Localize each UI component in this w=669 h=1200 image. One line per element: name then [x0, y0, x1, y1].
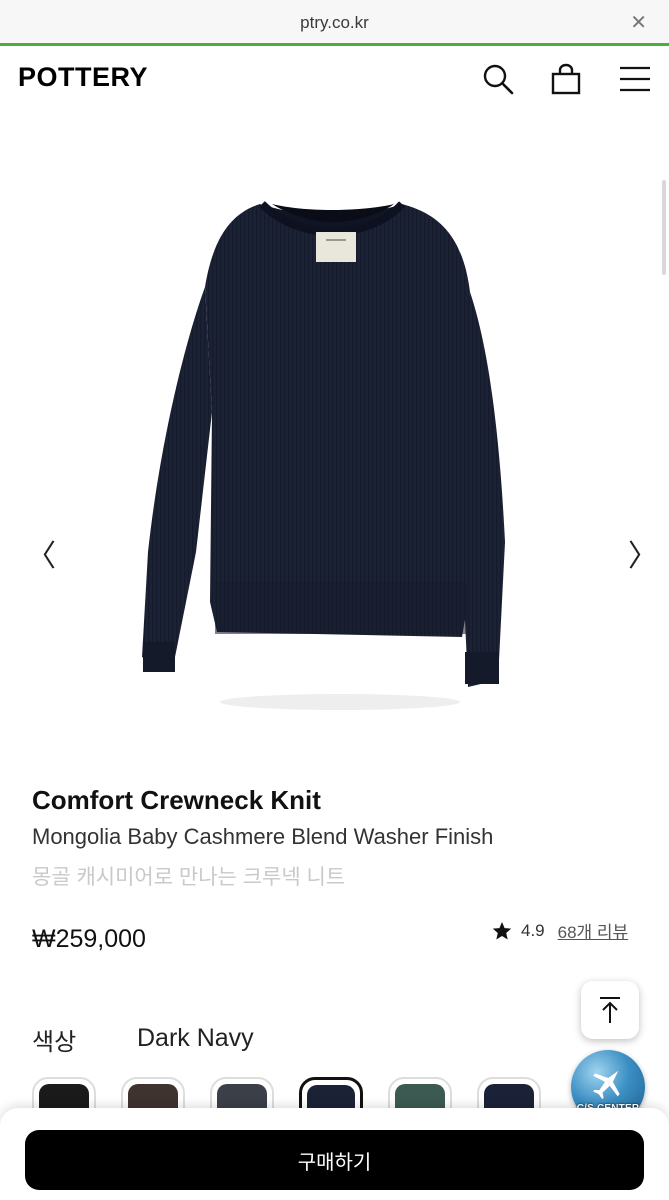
product-image-gallery[interactable]: 〈 〉	[0, 112, 669, 767]
url-text[interactable]: ptry.co.kr	[0, 13, 669, 33]
shopping-bag-icon[interactable]	[549, 62, 583, 96]
scroll-to-top-button[interactable]	[581, 981, 639, 1039]
purchase-bar: 구매하기	[0, 1108, 669, 1200]
reviews-link[interactable]: 68개 리뷰	[558, 918, 629, 943]
product-subtitle: Mongolia Baby Cashmere Blend Washer Fini…	[32, 824, 494, 849]
site-header: POTTERY	[0, 46, 669, 112]
product-title: Comfort Crewneck Knit	[32, 785, 321, 815]
color-label: 색상	[32, 1029, 77, 1056]
product-image	[142, 201, 505, 710]
rating-value: 4.9	[521, 920, 545, 940]
gallery-next-arrow[interactable]: 〉	[628, 542, 658, 572]
browser-url-bar[interactable]: ptry.co.kr ✕	[0, 0, 669, 46]
page-scrollbar[interactable]	[662, 180, 666, 275]
gallery-prev-arrow[interactable]: 〈	[26, 542, 56, 572]
hamburger-menu-icon[interactable]	[618, 62, 652, 96]
search-icon[interactable]	[481, 62, 515, 96]
close-icon[interactable]: ✕	[630, 12, 647, 34]
site-logo[interactable]: POTTERY	[18, 62, 148, 93]
selected-color-name: Dark Navy	[137, 1024, 254, 1052]
buy-button[interactable]: 구매하기	[25, 1130, 644, 1190]
product-korean-description: 몽골 캐시미어로 만나는 크루넥 니트	[32, 866, 346, 889]
star-icon	[492, 921, 512, 939]
product-rating: 4.9 68개 리뷰	[492, 918, 628, 943]
airplane-icon	[593, 1070, 620, 1100]
product-price: ₩259,000	[32, 925, 146, 953]
arrow-up-to-top-icon	[600, 997, 620, 1023]
